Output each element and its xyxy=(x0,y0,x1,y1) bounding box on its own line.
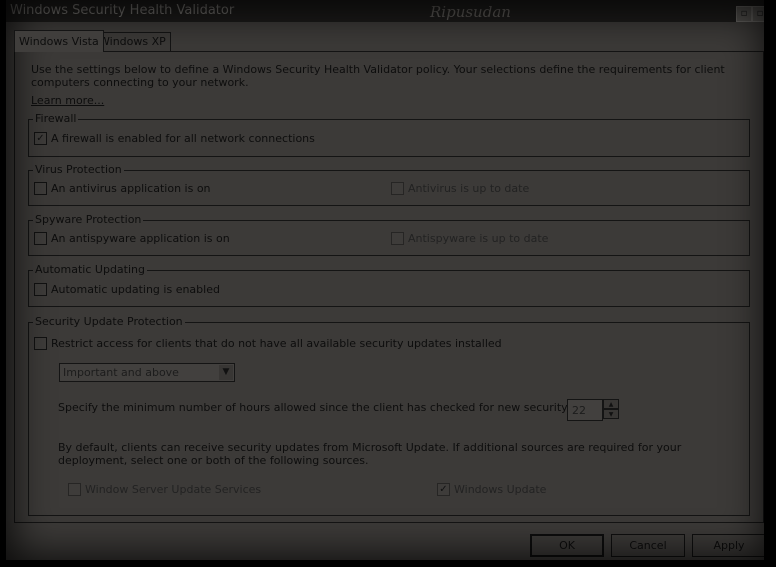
hours-input[interactable]: 22 xyxy=(567,399,603,421)
virus-protection-group: Virus Protection An antivirus applicatio… xyxy=(28,163,750,206)
checkbox-box xyxy=(34,181,47,195)
checkbox-box xyxy=(391,181,404,195)
chevron-down-icon[interactable]: ▼ xyxy=(219,365,233,380)
ok-button[interactable]: OK xyxy=(530,534,604,557)
spyware-protection-legend: Spyware Protection xyxy=(33,213,144,226)
checkbox-box xyxy=(34,282,47,296)
tab-windows-vista[interactable]: Windows Vista xyxy=(14,30,104,52)
checkbox-box xyxy=(34,336,47,350)
tab-strip: Windows Vista Windows XP xyxy=(14,30,764,52)
automatic-updating-legend: Automatic Updating xyxy=(33,263,147,276)
checkbox-box xyxy=(68,482,81,496)
antispyware-on-checkbox[interactable]: An antispyware application is on xyxy=(34,231,230,246)
window-title: Windows Security Health Validator xyxy=(10,3,235,18)
check-icon: ✓ xyxy=(34,131,47,145)
severity-value: Important and above xyxy=(63,366,179,379)
firewall-group: Firewall ✓ A firewall is enabled for all … xyxy=(28,112,750,157)
automatic-updating-group: Automatic Updating Automatic updating is… xyxy=(28,263,750,307)
restrict-access-label: Restrict access for clients that do not … xyxy=(51,337,502,350)
checkbox-box xyxy=(391,231,404,245)
wsus-label: Window Server Update Services xyxy=(85,483,262,496)
virus-protection-legend: Virus Protection xyxy=(33,163,124,176)
antivirus-up-to-date-label: Antivirus is up to date xyxy=(408,182,530,195)
antivirus-up-to-date-checkbox[interactable]: Antivirus is up to date xyxy=(391,181,530,196)
firewall-enabled-label: A firewall is enabled for all network co… xyxy=(51,132,315,145)
wsus-checkbox[interactable]: Window Server Update Services xyxy=(68,482,262,497)
watermark-text: Ripusudan xyxy=(430,3,511,21)
checkbox-box xyxy=(34,231,47,245)
hours-value: 22 xyxy=(572,404,586,417)
antispyware-up-to-date-label: Antispyware is up to date xyxy=(408,232,549,245)
apply-button[interactable]: Apply xyxy=(692,534,764,557)
cancel-button[interactable]: Cancel xyxy=(611,534,685,557)
check-icon: ✓ xyxy=(437,482,450,496)
tab-panel-windows-vista: Use the settings below to define a Windo… xyxy=(14,51,764,523)
help-title-icon[interactable]: ▫ xyxy=(736,6,752,22)
hours-spinner: ▲ ▼ xyxy=(603,399,619,421)
hours-label: Specify the minimum number of hours allo… xyxy=(58,401,620,414)
antispyware-up-to-date-checkbox[interactable]: Antispyware is up to date xyxy=(391,231,549,246)
antivirus-on-checkbox[interactable]: An antivirus application is on xyxy=(34,181,211,196)
firewall-legend: Firewall xyxy=(33,112,79,125)
dialog-window: Windows Security Health Validator Ripusu… xyxy=(6,0,764,560)
security-update-legend: Security Update Protection xyxy=(33,315,185,328)
policy-description: Use the settings below to define a Windo… xyxy=(31,63,725,89)
automatic-updating-checkbox[interactable]: Automatic updating is enabled xyxy=(34,282,220,297)
update-sources-text: By default, clients can receive security… xyxy=(58,441,682,467)
spyware-protection-group: Spyware Protection An antispyware applic… xyxy=(28,213,750,256)
severity-dropdown[interactable]: Important and above ▼ xyxy=(59,363,235,382)
close-title-icon[interactable]: ▫ xyxy=(752,6,764,22)
antispyware-on-label: An antispyware application is on xyxy=(51,232,230,245)
learn-more-link[interactable]: Learn more... xyxy=(31,94,104,107)
antivirus-on-label: An antivirus application is on xyxy=(51,182,211,195)
firewall-enabled-checkbox[interactable]: ✓ A firewall is enabled for all network c… xyxy=(34,131,315,146)
spin-down-icon[interactable]: ▼ xyxy=(603,409,619,419)
spin-up-icon[interactable]: ▲ xyxy=(603,399,619,409)
title-bar: Windows Security Health Validator Ripusu… xyxy=(6,0,764,22)
windows-update-checkbox[interactable]: ✓ Windows Update xyxy=(437,482,547,497)
automatic-updating-label: Automatic updating is enabled xyxy=(51,283,220,296)
tab-windows-xp[interactable]: Windows XP xyxy=(94,32,171,51)
restrict-access-checkbox[interactable]: Restrict access for clients that do not … xyxy=(34,336,502,351)
windows-update-label: Windows Update xyxy=(454,483,547,496)
